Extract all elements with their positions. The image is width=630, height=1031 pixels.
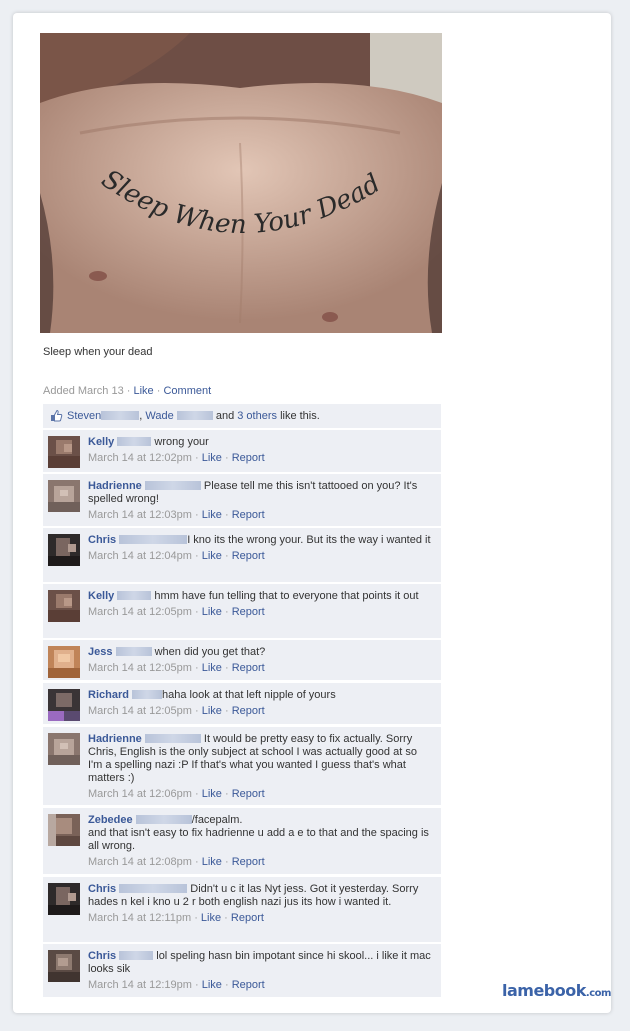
comment-text: haha look at that left nipple of yours	[162, 689, 336, 701]
comment-text: hmm have fun telling that to everyone th…	[154, 590, 419, 602]
blurred-surname	[117, 591, 152, 600]
comment-time: March 14 at 12:03pm	[88, 509, 192, 521]
comment-author[interactable]: Richard	[88, 689, 129, 701]
comment-report-link[interactable]: Report	[231, 912, 264, 924]
comment-report-link[interactable]: Report	[232, 606, 265, 618]
comment-author[interactable]: Kelly	[88, 590, 114, 602]
avatar[interactable]	[48, 480, 80, 512]
blurred-surname	[135, 815, 192, 824]
logo-main: lamebook	[502, 981, 586, 1000]
comment-like-link[interactable]: Like	[202, 606, 222, 618]
lamebook-logo[interactable]: lamebook.com	[502, 981, 611, 1000]
photo-caption: Sleep when your dead	[43, 346, 153, 358]
comment-item: Chris lol speling hasn bin impotant sinc…	[43, 944, 441, 997]
comment-like-link[interactable]: Like	[202, 550, 222, 562]
comment-text: /facepalm.	[191, 814, 243, 826]
comment-item: Chris Didn't u c it las Nyt jess. Got it…	[43, 877, 441, 942]
blurred-surname	[176, 411, 213, 420]
comment-item: Richard haha look at that left nipple of…	[43, 683, 441, 724]
comment-author[interactable]: Zebedee	[88, 814, 133, 826]
likes-and: and	[215, 410, 235, 422]
comment-text: I kno its the wrong your. But its the wa…	[187, 534, 431, 546]
comment-time: March 14 at 12:02pm	[88, 452, 192, 464]
comment-like-link[interactable]: Like	[202, 509, 222, 521]
blurred-surname	[117, 437, 152, 446]
blurred-surname	[119, 884, 188, 893]
avatar[interactable]	[48, 689, 80, 721]
comment-time: March 14 at 12:04pm	[88, 550, 192, 562]
avatar[interactable]	[48, 436, 80, 468]
comment-like-link[interactable]: Like	[201, 912, 221, 924]
comment-author[interactable]: Hadrienne	[88, 480, 142, 492]
avatar[interactable]	[48, 646, 80, 678]
blurred-surname	[101, 411, 140, 420]
like-link[interactable]: Like	[134, 385, 154, 397]
comment-link[interactable]: Comment	[163, 385, 211, 397]
comment-like-link[interactable]: Like	[202, 452, 222, 464]
comment-time: March 14 at 12:05pm	[88, 606, 192, 618]
blurred-surname	[132, 690, 163, 699]
comment-text-continued: and that isn't easy to fix hadrienne u a…	[88, 827, 429, 852]
liker-steven[interactable]: Steven	[67, 410, 101, 422]
likes-bar: Steven, Wade and 3 others like this.	[43, 404, 441, 428]
comment-item: Zebedee /facepalm. and that isn't easy to…	[43, 808, 441, 874]
avatar[interactable]	[48, 883, 80, 915]
comment-like-link[interactable]: Like	[202, 856, 222, 868]
comment-like-link[interactable]: Like	[202, 979, 222, 991]
comment-item: Chris I kno its the wrong your. But its …	[43, 528, 441, 582]
comment-report-link[interactable]: Report	[232, 788, 265, 800]
comment-report-link[interactable]: Report	[232, 856, 265, 868]
comment-report-link[interactable]: Report	[232, 550, 265, 562]
blurred-surname	[119, 951, 154, 960]
comment-like-link[interactable]: Like	[202, 705, 222, 717]
comment-author[interactable]: Jess	[88, 646, 112, 658]
comment-time: March 14 at 12:05pm	[88, 662, 192, 674]
comment-item: Hadrienne It would be pretty easy to fix…	[43, 727, 441, 805]
post-photo[interactable]: Sleep When Your Dead	[40, 33, 442, 333]
blurred-surname	[115, 647, 152, 656]
comment-time: March 14 at 12:06pm	[88, 788, 192, 800]
comment-item: Hadrienne Please tell me this isn't tatt…	[43, 474, 441, 526]
comment-item: Kelly wrong your March 14 at 12:02pm · L…	[43, 430, 441, 472]
comment-author[interactable]: Chris	[88, 950, 116, 962]
comment-report-link[interactable]: Report	[232, 662, 265, 674]
comment-author[interactable]: Kelly	[88, 436, 114, 448]
blurred-surname	[144, 481, 201, 490]
likes-others-link[interactable]: 3 others	[237, 410, 277, 422]
avatar[interactable]	[48, 534, 80, 566]
comment-author[interactable]: Chris	[88, 883, 116, 895]
comment-report-link[interactable]: Report	[232, 452, 265, 464]
comment-text: wrong your	[154, 436, 209, 448]
comment-report-link[interactable]: Report	[232, 979, 265, 991]
blurred-surname	[144, 734, 201, 743]
comment-author[interactable]: Hadrienne	[88, 733, 142, 745]
post-meta: Added March 13 · Like · Comment	[43, 385, 212, 397]
avatar[interactable]	[48, 950, 80, 982]
comment-like-link[interactable]: Like	[202, 788, 222, 800]
avatar[interactable]	[48, 590, 80, 622]
comment-time: March 14 at 12:05pm	[88, 705, 192, 717]
thumbs-up-icon	[51, 409, 63, 422]
comment-report-link[interactable]: Report	[232, 705, 265, 717]
liker-wade[interactable]: Wade	[145, 410, 173, 422]
comment-time: March 14 at 12:11pm	[88, 912, 192, 924]
added-date: Added March 13	[43, 385, 124, 397]
comment-report-link[interactable]: Report	[232, 509, 265, 521]
blurred-surname	[119, 535, 188, 544]
comment-item: Kelly hmm have fun telling that to every…	[43, 584, 441, 638]
avatar[interactable]	[48, 814, 80, 846]
likes-suffix: like this.	[280, 410, 320, 422]
comment-text: when did you get that?	[154, 646, 266, 658]
comment-like-link[interactable]: Like	[202, 662, 222, 674]
avatar[interactable]	[48, 733, 80, 765]
comment-author[interactable]: Chris	[88, 534, 116, 546]
comment-time: March 14 at 12:08pm	[88, 856, 192, 868]
comment-time: March 14 at 12:19pm	[88, 979, 192, 991]
logo-suffix: .com	[585, 988, 612, 999]
comment-item: Jess when did you get that? March 14 at …	[43, 640, 441, 680]
